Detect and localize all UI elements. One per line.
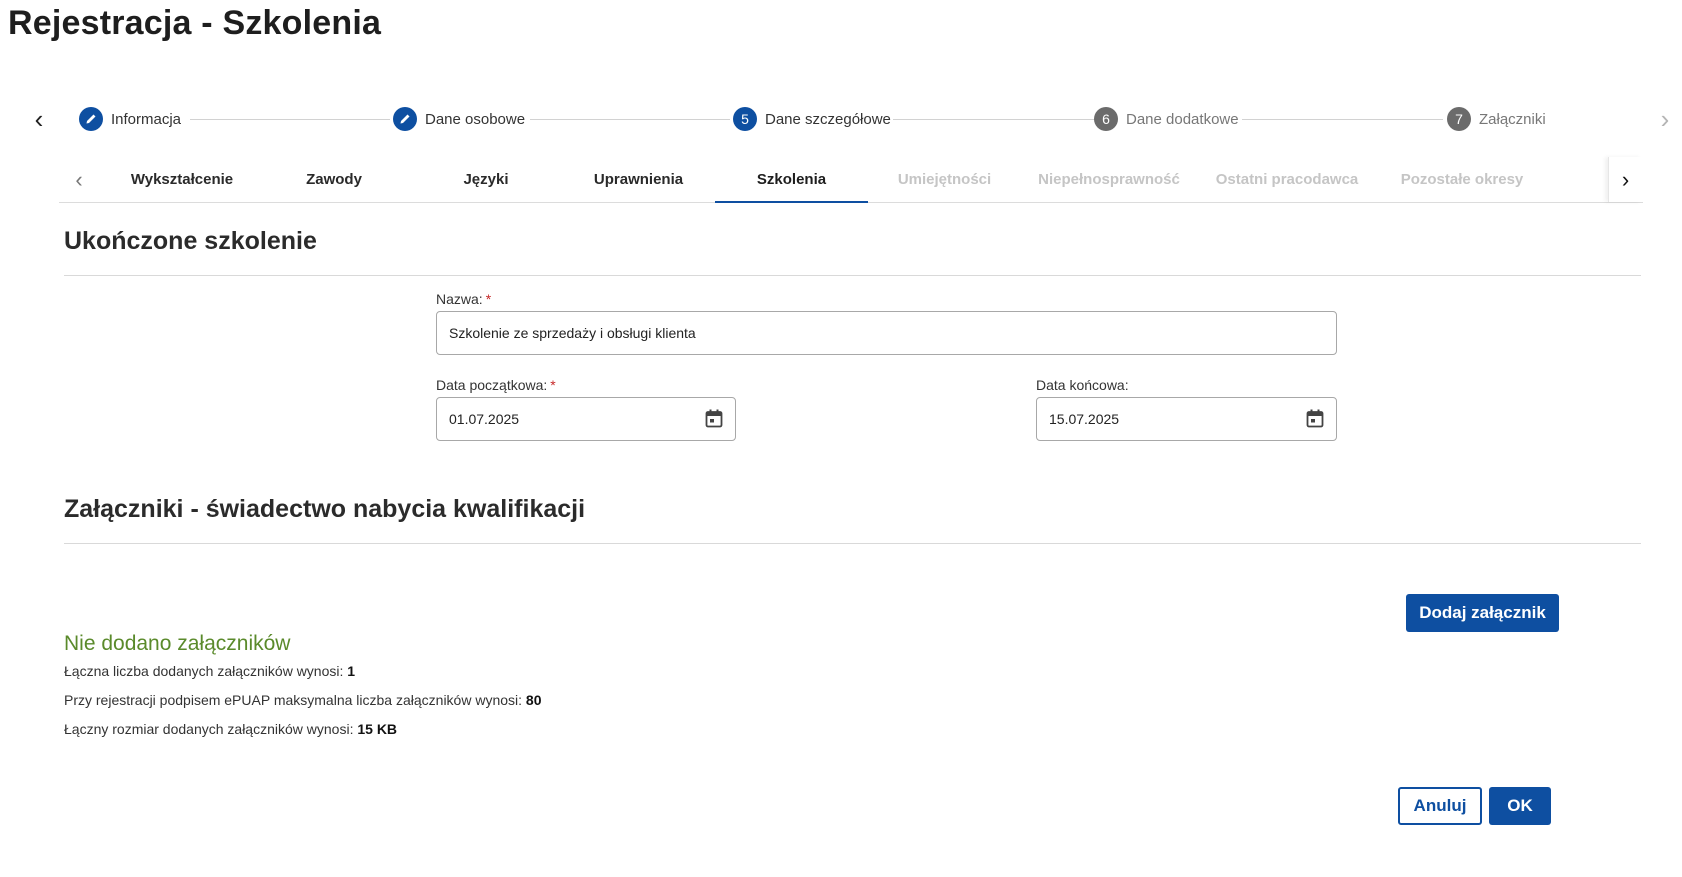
step-label: Dane osobowe <box>425 110 526 128</box>
attachment-count-info: Łączna liczba dodanych załączników wynos… <box>64 663 356 679</box>
step-connector <box>893 119 1095 120</box>
end-date-field[interactable] <box>1036 397 1337 441</box>
tab-jezyki[interactable]: Języki <box>410 157 562 202</box>
wizard-stepper: ‹ Informacja Dane osobowe 5 Dane szczegó… <box>0 100 1682 138</box>
start-date-label: Data początkowa: * <box>436 377 556 393</box>
step-label: Informacja <box>111 110 182 128</box>
attachments-section-title: Załączniki - świadectwo nabycia kwalifik… <box>64 495 586 523</box>
cancel-button[interactable]: Anuluj <box>1398 787 1482 825</box>
name-input[interactable] <box>449 325 1324 341</box>
attachment-max-info: Przy rejestracji podpisem ePUAP maksymal… <box>64 692 542 708</box>
step-dane-dodatkowe[interactable]: 6 Dane dodatkowe <box>1094 106 1239 132</box>
end-date-label: Data końcowa: <box>1036 377 1129 393</box>
ok-button[interactable]: OK <box>1489 787 1551 825</box>
page-title: Rejestracja - Szkolenia <box>8 4 382 42</box>
step-dane-osobowe[interactable]: Dane osobowe <box>393 106 525 132</box>
section-divider <box>64 275 1641 276</box>
required-mark: * <box>485 291 492 307</box>
section-divider <box>64 543 1641 544</box>
required-mark: * <box>550 377 556 393</box>
start-date-input[interactable] <box>449 411 723 427</box>
add-attachment-button[interactable]: Dodaj załącznik <box>1406 594 1559 632</box>
start-date-field[interactable] <box>436 397 736 441</box>
step-informacja[interactable]: Informacja <box>79 106 181 132</box>
pencil-icon <box>393 107 417 131</box>
step-connector <box>530 119 730 120</box>
tab-szkolenia[interactable]: Szkolenia <box>715 157 868 203</box>
step-label: Załączniki <box>1479 110 1546 128</box>
tab-wyksztalcenie[interactable]: Wykształcenie <box>106 157 258 202</box>
tab-pozostale-okresy: Pozostałe okresy <box>1400 171 1524 188</box>
step-label: Dane dodatkowe <box>1126 110 1239 128</box>
end-date-input[interactable] <box>1049 411 1324 427</box>
step-number: 6 <box>1094 107 1118 131</box>
tab-zawody[interactable]: Zawody <box>258 157 410 202</box>
step-dane-szczegolowe[interactable]: 5 Dane szczegółowe <box>733 106 891 132</box>
step-number: 5 <box>733 107 757 131</box>
step-number: 7 <box>1447 107 1471 131</box>
step-zalaczniki[interactable]: 7 Załączniki <box>1447 106 1546 132</box>
stepper-next-arrow-icon[interactable]: › <box>1650 100 1680 138</box>
tab-umiejetnosci: Umiejętności <box>897 171 992 188</box>
name-field-label: Nazwa: * <box>436 291 492 307</box>
step-label: Dane szczegółowe <box>765 110 891 128</box>
step-connector <box>190 119 390 120</box>
training-section-title: Ukończone szkolenie <box>64 227 317 255</box>
pencil-icon <box>79 107 103 131</box>
stepper-prev-arrow-icon[interactable]: ‹ <box>24 100 54 138</box>
no-attachments-message: Nie dodano załączników <box>64 632 291 655</box>
attachment-size-info: Łączny rozmiar dodanych załączników wyno… <box>64 721 398 737</box>
tab-ostatni-pracodawca: Ostatni pracodawca <box>1215 171 1359 188</box>
tabs-prev-arrow-icon[interactable]: ‹ <box>59 157 99 202</box>
calendar-icon[interactable] <box>1306 409 1324 428</box>
name-field[interactable] <box>436 311 1337 355</box>
tab-niepelnosprawnosc: Niepełnosprawność <box>1038 171 1180 188</box>
step-connector <box>1242 119 1443 120</box>
section-tabs: ‹ Wykształcenie Zawody Języki Uprawnieni… <box>59 157 1643 203</box>
tabs-next-arrow-icon[interactable]: › <box>1608 157 1642 202</box>
tab-uprawnienia[interactable]: Uprawnienia <box>562 157 715 202</box>
calendar-icon[interactable] <box>705 409 723 428</box>
